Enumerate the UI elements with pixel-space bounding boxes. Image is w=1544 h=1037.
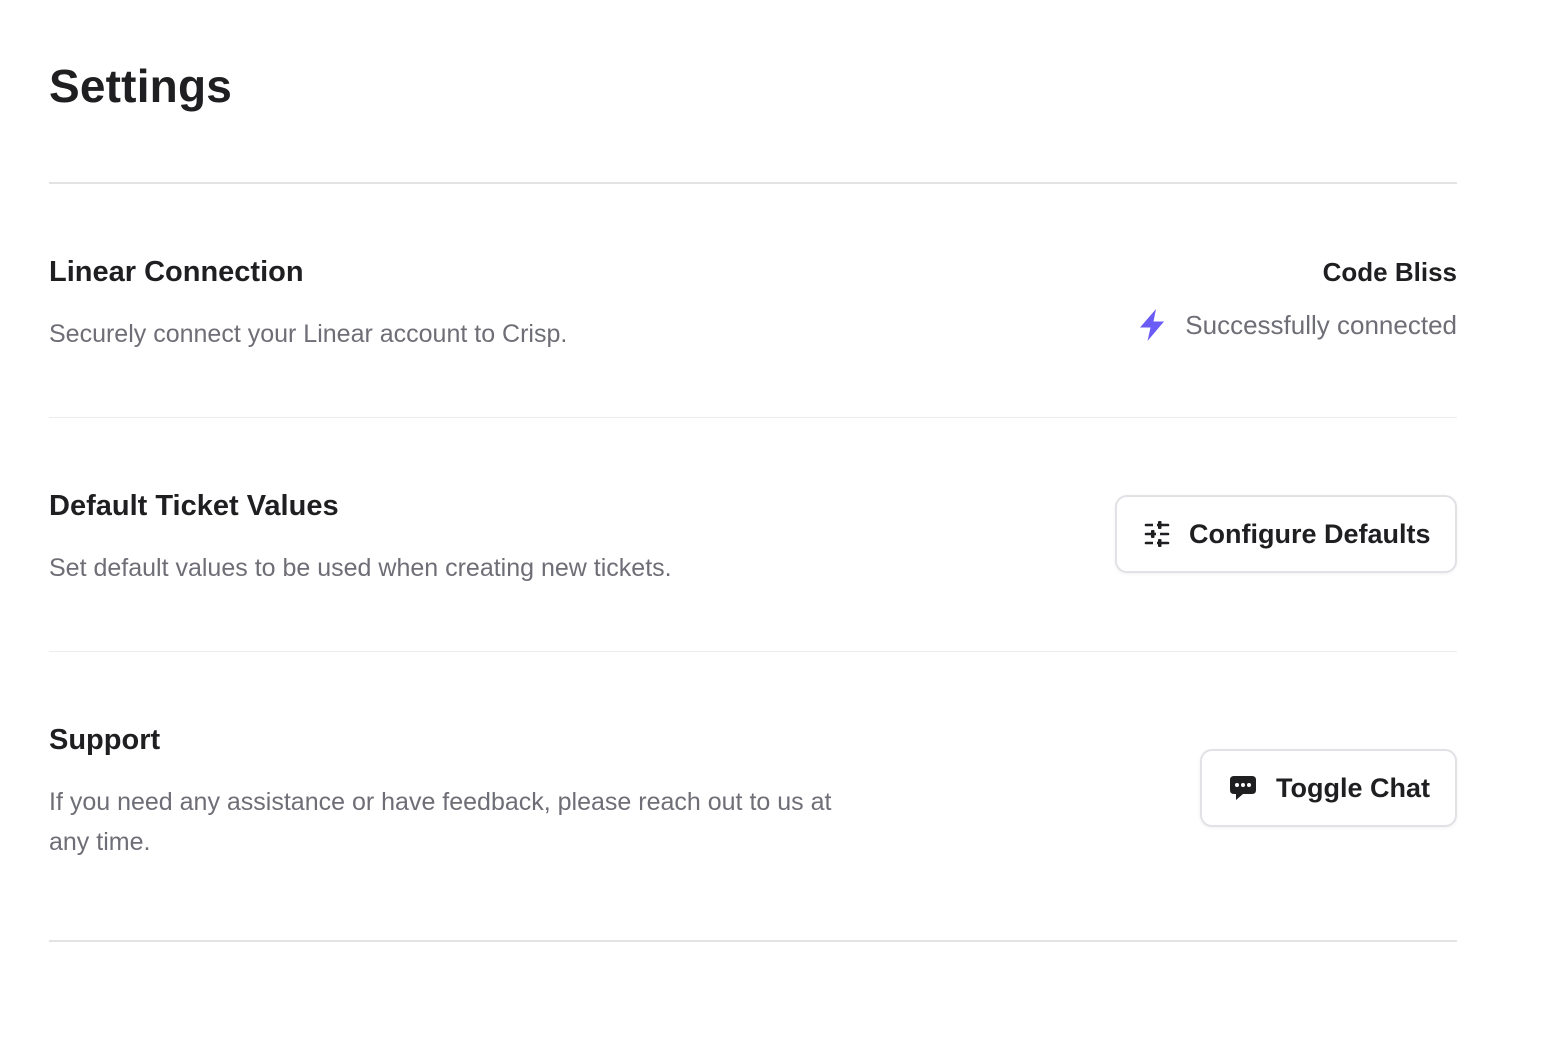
section-divider (49, 417, 1457, 418)
default-ticket-values-description: Set default values to be used when creat… (49, 554, 672, 582)
section-divider (49, 651, 1457, 652)
connected-account-name: Code Bliss (1322, 257, 1457, 287)
toggle-chat-button[interactable]: Toggle Chat (1200, 749, 1457, 827)
linear-connection-section: Linear Connection Securely connect your … (49, 254, 1457, 364)
sliders-icon (1143, 519, 1171, 549)
default-ticket-values-section: Default Ticket Values Set default values… (49, 488, 1457, 598)
linear-connection-title: Linear Connection (49, 256, 304, 288)
configure-defaults-label: Configure Defaults (1189, 518, 1431, 549)
toggle-chat-label: Toggle Chat (1276, 772, 1430, 803)
footer-divider (49, 940, 1457, 942)
header-divider (49, 182, 1457, 184)
chat-bubble-icon (1228, 773, 1258, 803)
connection-status: Successfully connected (1137, 308, 1457, 342)
connection-status-text: Successfully connected (1185, 310, 1457, 340)
support-description: If you need any assistance or have feedb… (49, 788, 832, 856)
linear-connection-description: Securely connect your Linear account to … (49, 320, 568, 348)
page-title: Settings (49, 60, 233, 112)
support-title: Support (49, 724, 161, 756)
configure-defaults-button[interactable]: Configure Defaults (1115, 495, 1457, 573)
default-ticket-values-title: Default Ticket Values (49, 490, 339, 522)
lightning-bolt-icon (1137, 308, 1167, 342)
support-section: Support If you need any assistance or ha… (49, 722, 1457, 872)
